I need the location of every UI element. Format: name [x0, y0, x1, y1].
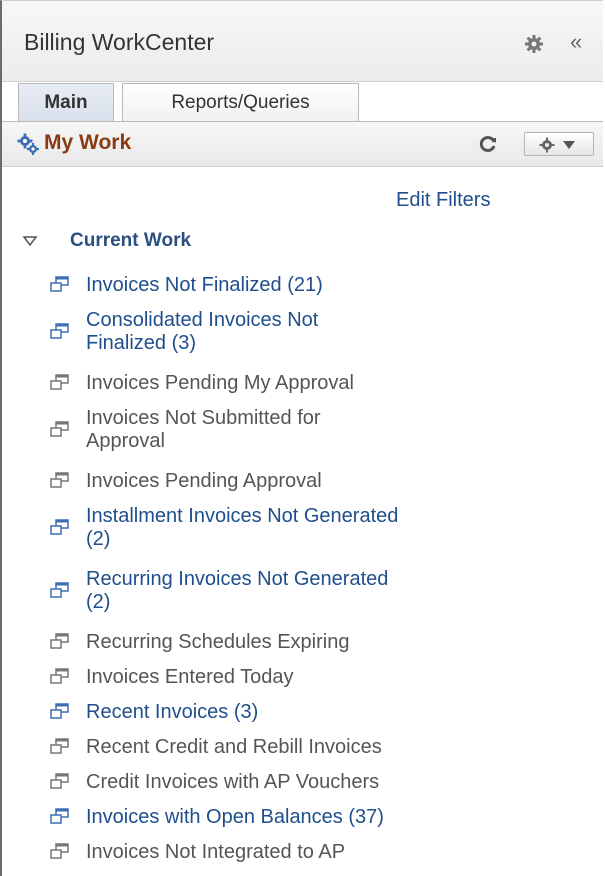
list-item-label[interactable]: Recent Invoices (3) [86, 701, 486, 724]
list-item-line: Recent Credit and Rebill Invoices [86, 736, 382, 758]
list-item[interactable]: Invoices Not Finalized (21) [0, 272, 600, 307]
worklist-icon [50, 633, 70, 651]
worklist-icon [50, 773, 70, 791]
list-item-line: Invoices Not Submitted for [86, 407, 321, 429]
list-item[interactable]: Installment Invoices Not Generated (2) [0, 503, 600, 566]
list-item-label[interactable]: Installment Invoices Not Generated (2) [86, 505, 486, 551]
worklist-icon [50, 808, 70, 826]
list-item[interactable]: Invoices Entered Today [0, 664, 600, 699]
list-item[interactable]: Invoices Not Integrated to AP [0, 839, 600, 874]
list-item-line: Recurring Schedules Expiring [86, 631, 350, 653]
worklist-icon [50, 668, 70, 686]
workcenter-header: Billing WorkCenter « [2, 1, 603, 82]
list-item-line: Credit Invoices with AP Vouchers [86, 771, 380, 793]
list-item[interactable]: Invoices Pending My Approval [0, 370, 600, 405]
worklist-icon [50, 421, 70, 439]
list-item-line: Recurring Invoices Not Generated [86, 568, 389, 590]
worklist-icon [50, 843, 70, 861]
tab-main[interactable]: Main [18, 83, 114, 121]
collapse-section-icon[interactable] [22, 233, 38, 249]
list-item-label: Invoices Not Integrated to AP [86, 841, 486, 864]
list-item-line: Recent Invoices (3) [86, 701, 259, 723]
list-item[interactable]: Consolidated Invoices Not Finalized (3) [0, 307, 600, 370]
list-item[interactable]: Credit Invoices with AP Vouchers [0, 769, 600, 804]
list-item-line: Approval [86, 430, 165, 452]
list-item-line: (2) [86, 591, 111, 613]
list-item[interactable]: Recent Credit and Rebill Invoices [0, 734, 600, 769]
page-title: Billing WorkCenter [24, 29, 215, 55]
list-item-label: Invoices Entered Today [86, 666, 486, 689]
list-item-line: Invoices Pending Approval [86, 470, 322, 492]
list-item-line: Finalized (3) [86, 332, 197, 354]
chevron-down-icon [563, 141, 575, 149]
worklist-icon [50, 738, 70, 756]
gear-icon[interactable] [524, 34, 544, 54]
list-item-label: Invoices Pending Approval [86, 470, 486, 493]
worklist-icon [50, 703, 70, 721]
list-item-line: Invoices with Open Balances (37) [86, 806, 384, 828]
list-item[interactable]: Invoices Not Submitted for Approval [0, 405, 600, 468]
collapse-icon[interactable]: « [570, 29, 582, 55]
list-item[interactable]: Recurring Schedules Expiring [0, 629, 600, 664]
list-item-line: (2) [86, 528, 111, 550]
list-item-line: Invoices Not Finalized (21) [86, 274, 323, 296]
list-item-label[interactable]: Recurring Invoices Not Generated (2) [86, 568, 486, 614]
list-item-label: Recent Credit and Rebill Invoices [86, 736, 486, 759]
list-item-line: Invoices Not Integrated to AP [86, 841, 346, 863]
list-item-line: Invoices Pending My Approval [86, 372, 354, 394]
list-item-label: Invoices Pending My Approval [86, 372, 486, 395]
section-title-current-work[interactable]: Current Work [70, 230, 191, 252]
pagelet-title: My Work [44, 131, 132, 154]
list-item[interactable]: Recurring Invoices Not Generated (2) [0, 566, 600, 629]
gears-icon [16, 132, 40, 156]
list-item-label[interactable]: Consolidated Invoices Not Finalized (3) [86, 309, 486, 355]
worklist-icon [50, 519, 70, 537]
list-item-line: Invoices Entered Today [86, 666, 294, 688]
list-item-label: Credit Invoices with AP Vouchers [86, 771, 486, 794]
pagelet-header: My Work [2, 121, 603, 167]
list-item-line: Consolidated Invoices Not [86, 309, 319, 331]
list-item-label: Recurring Schedules Expiring [86, 631, 486, 654]
actions-dropdown-button[interactable] [524, 132, 594, 156]
tab-reports-queries[interactable]: Reports/Queries [122, 83, 359, 121]
worklist-icon [50, 374, 70, 392]
worklist-icon [50, 582, 70, 600]
list-item[interactable]: Invoices with Open Balances (37) [0, 804, 600, 839]
list-item-line: Installment Invoices Not Generated [86, 505, 399, 527]
worklist-icon [50, 276, 70, 294]
list-item-label: Invoices Not Submitted for Approval [86, 407, 486, 453]
edit-filters-link[interactable]: Edit Filters [396, 189, 490, 212]
list-item[interactable]: Recent Invoices (3) [0, 699, 600, 734]
refresh-icon[interactable] [478, 134, 498, 154]
list-item[interactable]: Invoices Pending Approval [0, 468, 600, 503]
list-item-label[interactable]: Invoices Not Finalized (21) [86, 274, 486, 297]
list-item-label[interactable]: Invoices with Open Balances (37) [86, 806, 486, 829]
worklist-icon [50, 323, 70, 341]
worklist-icon [50, 472, 70, 490]
gear-dropdown-icon [539, 137, 555, 153]
